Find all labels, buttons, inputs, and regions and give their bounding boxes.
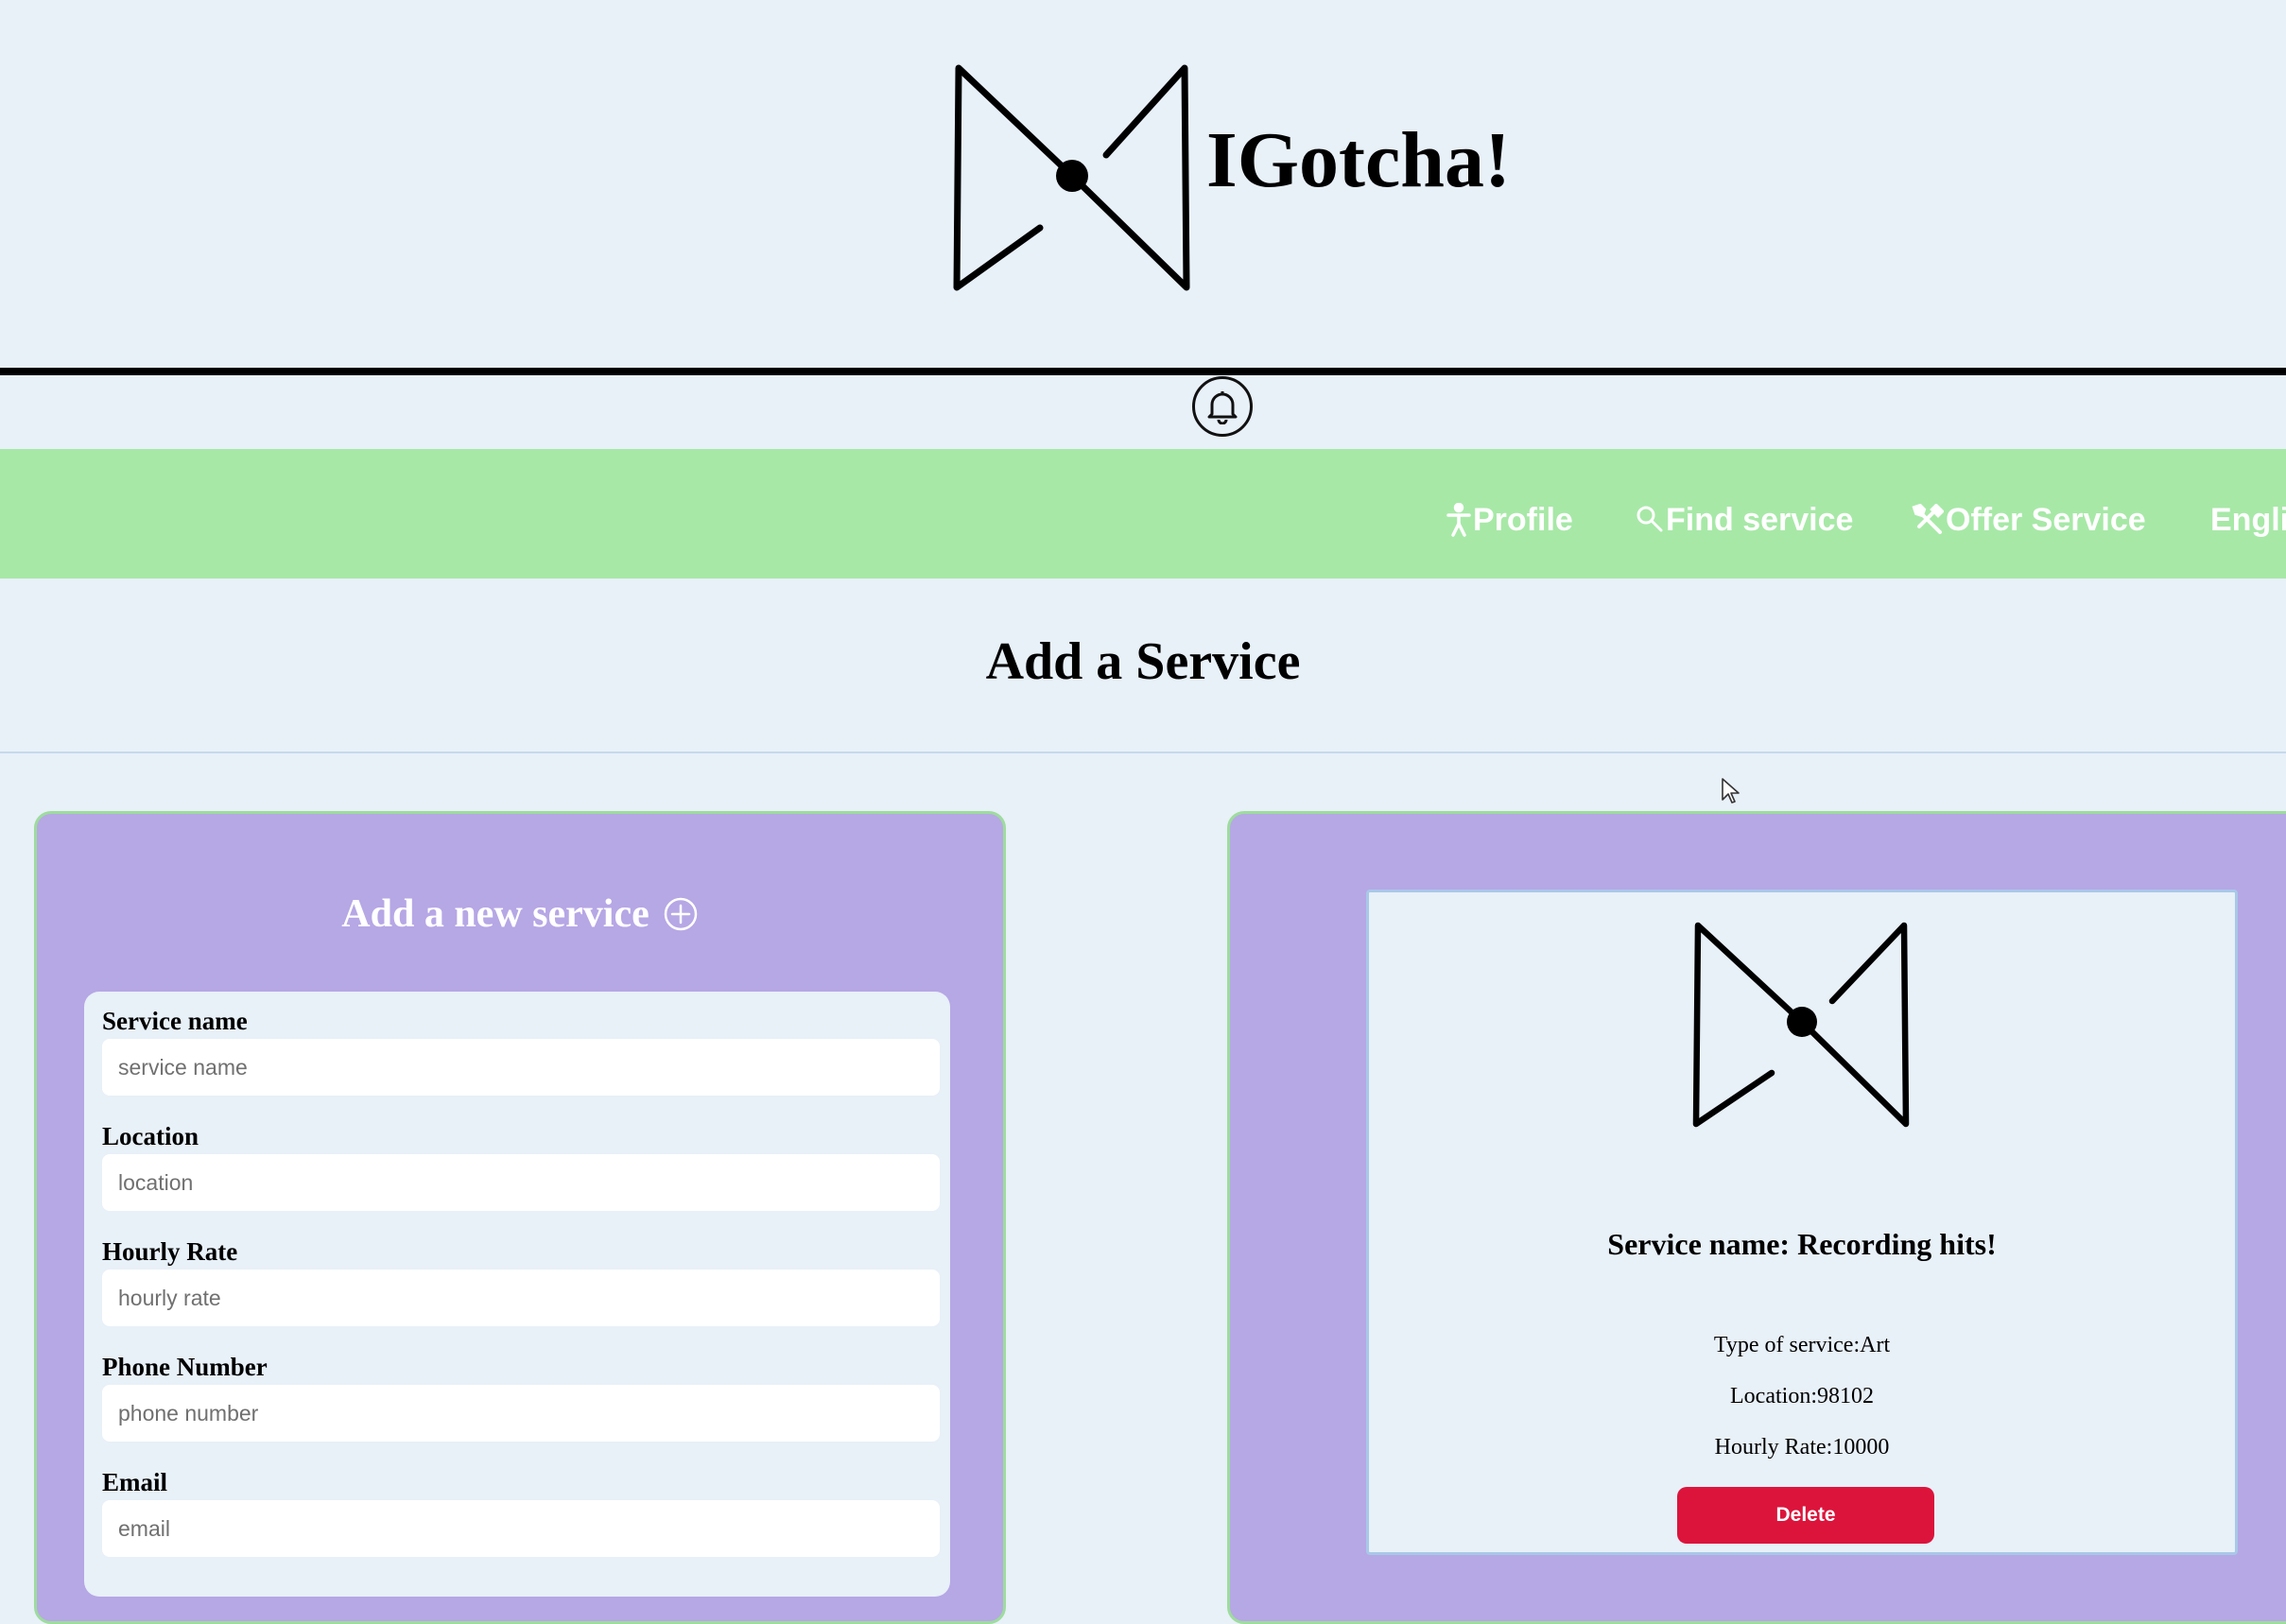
title-divider [0, 752, 2286, 753]
hourly-rate-label: Hourly Rate [102, 1237, 238, 1266]
service-card-name: Service name: Recording hits! [1607, 1227, 1997, 1261]
phone-number-label: Phone Number [102, 1353, 268, 1381]
bell-icon [1207, 391, 1238, 424]
nav-language-selector[interactable]: Engli [2210, 496, 2286, 544]
service-card-hourly-rate: Hourly Rate:10000 [1714, 1435, 1890, 1460]
tools-icon [1912, 504, 1944, 534]
add-service-heading: Add a new service [37, 891, 1003, 937]
add-service-form: Service name Location Hourly Rate Phone … [84, 992, 950, 1597]
location-input[interactable] [102, 1154, 940, 1211]
header-divider [0, 368, 2286, 375]
add-service-heading-text: Add a new service [341, 892, 649, 936]
location-label: Location [102, 1122, 199, 1150]
app-title: IGotcha! [1206, 116, 1511, 204]
email-label: Email [102, 1468, 168, 1496]
nav-find-service-label: Find service [1666, 501, 1854, 538]
add-service-panel: Add a new service Service name Location … [34, 811, 1006, 1624]
phone-number-input[interactable] [102, 1385, 940, 1442]
email-input[interactable] [102, 1500, 940, 1557]
hourly-rate-input[interactable] [102, 1270, 940, 1326]
service-card-location: Location:98102 [1730, 1384, 1874, 1408]
services-panel: Service name: Recording hits! Type of se… [1227, 811, 2286, 1624]
nav-offer-service[interactable]: Offer Service [1912, 496, 2146, 544]
main-navbar: Profile Find service Offer Service Engli [0, 449, 2286, 579]
page-title: Add a Service [985, 632, 1301, 691]
delete-button[interactable]: Delete [1677, 1487, 1934, 1544]
site-header: IGotcha! [0, 0, 2286, 369]
search-icon [1637, 506, 1663, 532]
nav-profile[interactable]: Profile [1446, 496, 1573, 544]
bowtie-logo-icon [953, 64, 1190, 291]
person-icon [1446, 503, 1471, 537]
nav-profile-label: Profile [1473, 501, 1573, 538]
notifications-button[interactable] [1192, 376, 1253, 437]
nav-language-label: Engli [2210, 501, 2286, 538]
service-card: Service name: Recording hits! Type of se… [1366, 890, 2238, 1555]
mouse-cursor-icon [1722, 778, 1740, 803]
service-name-input[interactable] [102, 1039, 940, 1096]
nav-offer-service-label: Offer Service [1946, 501, 2146, 538]
bowtie-logo-icon [1692, 922, 1910, 1128]
service-card-type: Type of service:Art [1713, 1333, 1891, 1357]
service-name-label: Service name [102, 1007, 248, 1035]
plus-circle-icon[interactable] [663, 896, 699, 932]
nav-find-service[interactable]: Find service [1636, 496, 1853, 544]
